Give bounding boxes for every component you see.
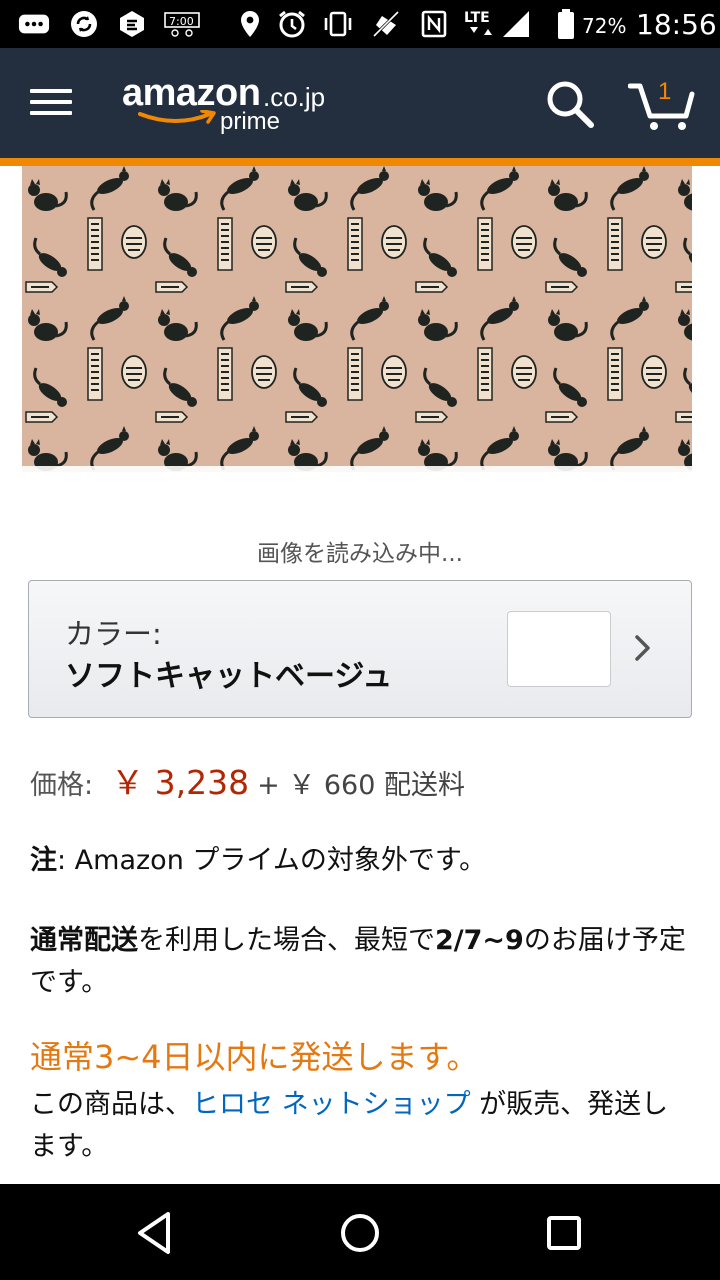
color-label: カラー: <box>65 617 162 651</box>
clock-time: 18:56 <box>636 8 717 41</box>
signal-icon <box>500 8 532 40</box>
clock-widget-icon: 7:00 <box>162 8 202 40</box>
app-header: amazon .co.jp prime 1 <box>0 48 720 160</box>
note-prefix: 注 <box>30 845 57 876</box>
lte-icon: LTE <box>462 8 498 40</box>
color-value: ソフトキャットベージュ <box>65 659 393 694</box>
cat-pattern-image <box>22 166 692 472</box>
color-selector[interactable]: カラー: ソフトキャットベージュ <box>28 580 692 718</box>
image-loading-text: 画像を読み込み中... <box>257 541 463 567</box>
location-icon <box>234 8 266 40</box>
header-accent-bar <box>0 158 720 166</box>
logo-prime: prime <box>220 108 281 135</box>
delivery-date: 2/7~9 <box>435 925 524 956</box>
home-button[interactable] <box>332 1208 388 1258</box>
vibrate-icon <box>322 8 354 40</box>
price-value: ￥ 3,238 <box>111 763 250 802</box>
color-swatch <box>507 611 611 687</box>
amazon-prime-logo[interactable]: amazon .co.jp prime <box>122 72 342 138</box>
navigation-bar <box>0 1184 720 1280</box>
mute-icon <box>370 8 402 40</box>
battery-percent: 72% <box>582 14 627 38</box>
message-icon <box>18 8 50 40</box>
dispatch-notice: 通常3~4日以内に発送します。 <box>30 1038 479 1076</box>
alarm-icon <box>276 8 308 40</box>
svg-text:7:00: 7:00 <box>169 15 194 28</box>
sync-icon <box>68 8 100 40</box>
prime-note: 注: Amazon プライムの対象外です。 <box>30 838 486 877</box>
recents-button[interactable] <box>536 1208 592 1258</box>
seller-info: この商品は、ヒロセ ネットショップ が販売、発送します。 <box>30 1084 690 1168</box>
app-icon <box>116 8 148 40</box>
delivery-method: 通常配送 <box>30 925 138 956</box>
nfc-icon <box>418 8 450 40</box>
hamburger-icon <box>30 89 72 93</box>
status-bar: 7:00 LTE 72% 18:56 <box>0 0 720 48</box>
price-row: 価格: ￥ 3,238 + ￥ 660 配送料 <box>30 756 465 804</box>
cart-button[interactable]: 1 <box>628 72 696 134</box>
shipping-fee: + ￥ 660 配送料 <box>257 770 465 801</box>
search-icon <box>547 81 594 128</box>
recents-icon <box>547 1216 581 1250</box>
search-button[interactable] <box>544 78 596 130</box>
price-label: 価格: <box>30 770 94 801</box>
back-icon <box>138 1212 170 1254</box>
note-text: : Amazon プライムの対象外です。 <box>57 845 487 876</box>
product-image[interactable] <box>22 166 692 472</box>
menu-button[interactable] <box>30 82 80 126</box>
cart-count-badge: 1 <box>658 78 672 105</box>
seller-prefix: この商品は、 <box>30 1089 192 1120</box>
delivery-estimate: 通常配送を利用した場合、最短で2/7~9のお届け予定です。 <box>30 920 690 1004</box>
home-icon <box>341 1214 379 1252</box>
smile-arrow-icon <box>138 110 216 124</box>
back-button[interactable] <box>128 1208 184 1258</box>
delivery-mid: を利用した場合、最短で <box>138 925 435 956</box>
seller-link[interactable]: ヒロセ ネットショップ <box>192 1089 471 1120</box>
svg-text:LTE: LTE <box>464 10 490 26</box>
chevron-right-icon <box>635 635 650 661</box>
battery-icon <box>550 8 582 40</box>
